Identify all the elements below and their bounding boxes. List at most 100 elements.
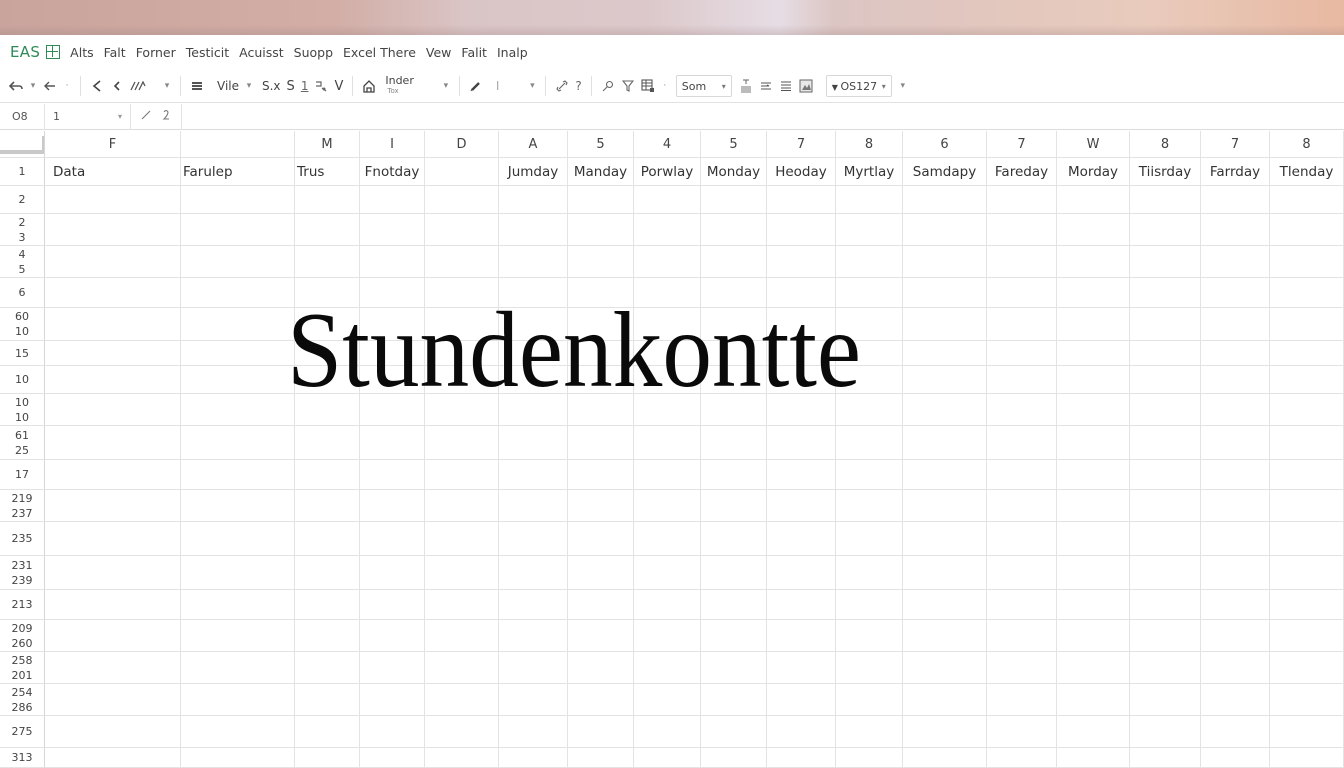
- cell[interactable]: [1201, 590, 1270, 620]
- cell[interactable]: [1201, 214, 1270, 246]
- cell[interactable]: [1270, 460, 1344, 490]
- format-painter-icon[interactable]: [130, 75, 146, 97]
- cell[interactable]: [360, 556, 425, 590]
- cell[interactable]: [45, 522, 181, 556]
- cell[interactable]: [836, 652, 903, 684]
- cell[interactable]: [987, 246, 1057, 278]
- row-header[interactable]: 235: [0, 522, 45, 556]
- cell[interactable]: [499, 426, 568, 460]
- cell[interactable]: [181, 716, 295, 748]
- cell[interactable]: [1057, 590, 1130, 620]
- row-header[interactable]: 60 10: [0, 308, 45, 341]
- link-icon[interactable]: [555, 75, 569, 97]
- cell[interactable]: [701, 522, 767, 556]
- cell[interactable]: [987, 394, 1057, 426]
- cell[interactable]: [295, 490, 360, 522]
- cell[interactable]: [499, 460, 568, 490]
- cell[interactable]: [499, 652, 568, 684]
- cell[interactable]: [836, 620, 903, 652]
- cell[interactable]: [1057, 556, 1130, 590]
- cell[interactable]: [767, 522, 836, 556]
- cell[interactable]: [1270, 366, 1344, 394]
- cell[interactable]: [1270, 308, 1344, 341]
- cell[interactable]: [1130, 278, 1201, 308]
- row-header[interactable]: 275: [0, 716, 45, 748]
- column-header[interactable]: 8: [836, 131, 903, 158]
- row-header[interactable]: 209 260: [0, 620, 45, 652]
- cell[interactable]: [360, 246, 425, 278]
- cell[interactable]: Farrday: [1201, 158, 1270, 186]
- cell[interactable]: [295, 186, 360, 214]
- cell[interactable]: [987, 308, 1057, 341]
- cell[interactable]: [181, 590, 295, 620]
- cell[interactable]: [903, 556, 987, 590]
- wrap-icon[interactable]: [759, 75, 773, 97]
- cell[interactable]: [425, 684, 499, 716]
- cell[interactable]: [1270, 246, 1344, 278]
- font-select[interactable]: Vile: [217, 79, 239, 93]
- cell[interactable]: [903, 716, 987, 748]
- row-header[interactable]: 2: [0, 186, 45, 214]
- cell[interactable]: [295, 590, 360, 620]
- menu-item-inalp[interactable]: Inalp: [497, 45, 528, 60]
- cell[interactable]: [634, 748, 701, 768]
- row-header[interactable]: 61 25: [0, 426, 45, 460]
- row-header[interactable]: 17: [0, 460, 45, 490]
- cell[interactable]: [360, 186, 425, 214]
- cell[interactable]: [701, 426, 767, 460]
- cell[interactable]: [903, 684, 987, 716]
- column-header[interactable]: I: [360, 131, 425, 158]
- cell[interactable]: [1130, 308, 1201, 341]
- cell[interactable]: Data: [45, 158, 181, 186]
- function-select[interactable]: 1 ▾: [45, 103, 131, 130]
- cell[interactable]: [45, 684, 181, 716]
- cell[interactable]: [425, 590, 499, 620]
- cell[interactable]: Morday: [1057, 158, 1130, 186]
- cell[interactable]: [1130, 246, 1201, 278]
- menu-item-alts[interactable]: Alts: [70, 45, 93, 60]
- help-icon[interactable]: ?: [575, 79, 581, 93]
- cell[interactable]: [425, 716, 499, 748]
- row-header[interactable]: 231 239: [0, 556, 45, 590]
- cell[interactable]: [568, 460, 634, 490]
- cell[interactable]: [1057, 684, 1130, 716]
- cell[interactable]: [767, 748, 836, 768]
- cell[interactable]: [425, 522, 499, 556]
- cell[interactable]: [987, 460, 1057, 490]
- cell[interactable]: [1201, 716, 1270, 748]
- cell[interactable]: Trus: [295, 158, 360, 186]
- cell[interactable]: [499, 748, 568, 768]
- cell[interactable]: [1130, 522, 1201, 556]
- cell[interactable]: [1201, 522, 1270, 556]
- row-header[interactable]: 6: [0, 278, 45, 308]
- insert-function-icon[interactable]: [161, 109, 171, 124]
- cell[interactable]: [1270, 214, 1344, 246]
- lines-icon[interactable]: [779, 75, 793, 97]
- cell[interactable]: [987, 278, 1057, 308]
- cell[interactable]: [295, 214, 360, 246]
- cell[interactable]: [701, 246, 767, 278]
- column-header[interactable]: 5: [701, 131, 767, 158]
- font-size-input[interactable]: I: [496, 79, 500, 93]
- cell[interactable]: [836, 460, 903, 490]
- cell[interactable]: [45, 394, 181, 426]
- column-header[interactable]: 6: [903, 131, 987, 158]
- menu-item-falt[interactable]: Falt: [104, 45, 126, 60]
- cell[interactable]: [987, 652, 1057, 684]
- cell[interactable]: [987, 214, 1057, 246]
- cell[interactable]: [1130, 426, 1201, 460]
- row-header[interactable]: 258 201: [0, 652, 45, 684]
- cell[interactable]: [181, 341, 295, 366]
- style-s-button[interactable]: S: [287, 79, 295, 94]
- select-all-corner[interactable]: [0, 131, 45, 158]
- cell[interactable]: [1057, 652, 1130, 684]
- cell[interactable]: [1270, 341, 1344, 366]
- cell[interactable]: [568, 556, 634, 590]
- cell[interactable]: [1270, 522, 1344, 556]
- cell[interactable]: [1201, 278, 1270, 308]
- cell[interactable]: [1130, 186, 1201, 214]
- cell[interactable]: [987, 426, 1057, 460]
- cell[interactable]: Heoday: [767, 158, 836, 186]
- cell[interactable]: [181, 394, 295, 426]
- cell[interactable]: [836, 590, 903, 620]
